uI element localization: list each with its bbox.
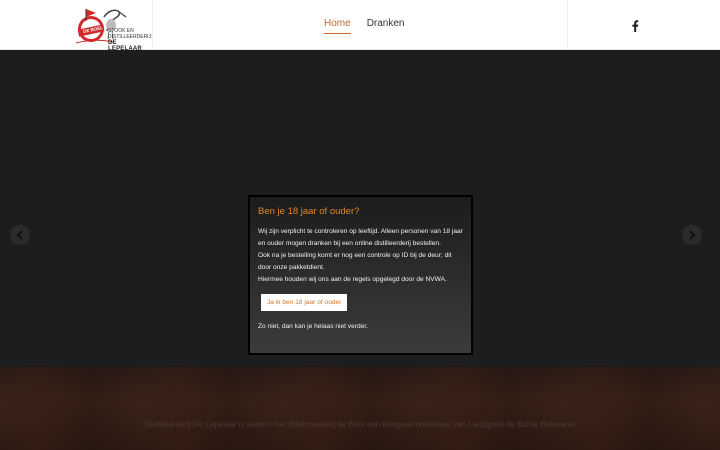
modal-text-line: Wij zijn verplicht te controleren op lee… [258,228,463,247]
logo-wordmark: STOOK EN DISTILLEERDERIJ DE LEPELAAR [108,28,152,52]
slider-next-button[interactable] [682,225,702,245]
footer-banner: Distilleerderij De Lepelaar is samen met… [0,367,720,450]
wood-texture [0,367,720,450]
main-nav: Home Dranken [324,18,405,34]
logo-area: DE BOEL STOOK EN DISTILLEERDERIJ DE LEPE… [0,0,153,52]
footer-text: Distilleerderij De Lepelaar is samen met… [144,420,576,429]
decline-note: Zo niet, dan kan je helaas niet verder. [258,323,368,330]
social-area [567,0,720,50]
chevron-right-icon [689,230,696,240]
site-header: DE BOEL STOOK EN DISTILLEERDERIJ DE LEPE… [0,0,720,52]
slider-prev-button[interactable] [10,225,30,245]
age-verification-modal: Ben je 18 jaar of ouder? Wij zijn verpli… [248,195,473,355]
confirm-age-button[interactable]: Ja ik ben 18 jaar of ouder [261,294,348,311]
facebook-icon[interactable] [631,19,639,32]
modal-title: Ben je 18 jaar of ouder? [258,206,360,217]
modal-body: Wij zijn verplicht te controleren op lee… [258,226,463,286]
nav-item-dranken[interactable]: Dranken [367,18,405,34]
logo-subtitle: STOOK EN DISTILLEERDERIJ [108,28,152,40]
modal-text-line: Hiermee houden wij ons aan de regels opg… [258,276,447,283]
modal-text-line: Ook na je bestelling komt er nog een con… [258,252,452,271]
nav-item-home[interactable]: Home [324,18,351,34]
chevron-left-icon [16,230,23,240]
